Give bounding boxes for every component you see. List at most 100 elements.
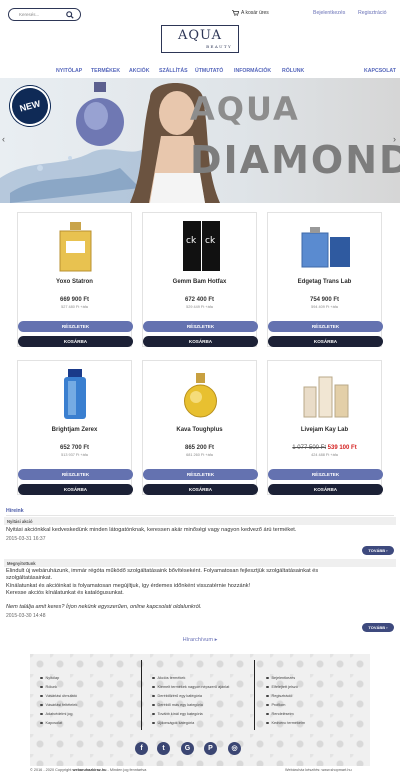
perfume-bottle-image	[76, 82, 124, 146]
footer-link[interactable]: Bejelentkezés	[266, 676, 295, 680]
details-button[interactable]: RÉSZLETEK	[18, 321, 133, 332]
footer-link[interactable]: Kapcsolat	[40, 721, 62, 725]
details-button[interactable]: RÉSZLETEK	[143, 469, 258, 480]
details-button[interactable]: RÉSZLETEK	[268, 321, 383, 332]
footer-panel: Nyitólap Rólunk Vásárlási útmutató Vásár…	[30, 654, 370, 766]
pinterest-icon[interactable]: P	[204, 742, 217, 755]
logo-main: AQUA	[178, 28, 222, 43]
add-to-cart-button[interactable]: KOSÁRBA	[143, 336, 258, 347]
product-name[interactable]: Kava Toughplus	[143, 427, 256, 433]
product-name[interactable]: Livejam Kay Lab	[268, 427, 381, 433]
nav-item-sales[interactable]: AKCIÓK	[129, 68, 149, 74]
footer-link[interactable]: Rendeléseim	[266, 712, 294, 716]
product-net-price: 527 480 Ft +áfa	[61, 305, 88, 309]
footer-link[interactable]: Adatvédelmi jog	[40, 712, 73, 716]
product-net-price: 424 488 Ft +áfa	[311, 453, 338, 457]
product-price: 669 900 Ft	[59, 297, 90, 303]
news-text-line: szolgáltatásainkat.	[6, 575, 53, 581]
footer-divider	[254, 660, 255, 730]
product-name[interactable]: Brightjam Zerex	[18, 427, 131, 433]
footer-link[interactable]: Tovább kínál egy kategória	[152, 712, 203, 716]
footer-link[interactable]: Elfelejtett jelszó	[266, 685, 298, 689]
footer-link[interactable]: Újdonságok kategória	[152, 721, 194, 725]
product-card[interactable]: Brightjam Zerex 652 700 Ft 513 937 Ft +á…	[17, 360, 133, 495]
credit-link[interactable]: Webáruház készítés: www.shopmart.hu	[285, 768, 352, 772]
news-title[interactable]: Megnyitottunk	[4, 559, 396, 567]
new-badge: NEW	[5, 81, 55, 131]
hero-title-line1: AQUA	[190, 90, 300, 128]
product-net-price: 529 449 Ft +áfa	[186, 305, 213, 309]
footer-link[interactable]: Akciós termékek	[152, 676, 185, 680]
register-link[interactable]: Regisztráció	[358, 10, 387, 16]
nav-item-info[interactable]: INFORMÁCIÓK	[234, 68, 271, 74]
add-to-cart-button[interactable]: KOSÁRBA	[18, 484, 133, 495]
hero-banner[interactable]: NEW AQUA DIAMOND ‹ ›	[0, 78, 400, 203]
footer-link[interactable]: Deréktő más egy kategória	[152, 703, 203, 707]
main-nav: NYITÓLAP TERMÉKEK AKCIÓK SZÁLLÍTÁS ÚTMUT…	[0, 68, 400, 77]
nav-item-about[interactable]: RÓLUNK	[282, 68, 304, 74]
add-to-cart-button[interactable]: KOSÁRBA	[268, 336, 383, 347]
product-old-price: 1 077 500 Ft	[292, 445, 326, 451]
news-archive-link[interactable]: Hírarchívum ▸	[0, 637, 400, 643]
product-net-price: 594 409 Ft +áfa	[311, 305, 338, 309]
details-button[interactable]: RÉSZLETEK	[18, 469, 133, 480]
instagram-icon[interactable]: ◎	[228, 742, 241, 755]
copyright-site-link[interactable]: webaruhazkiraz.hu	[73, 768, 107, 772]
product-image: ck ck	[183, 221, 220, 271]
product-name[interactable]: Gemm Bam Hotfax	[143, 279, 256, 285]
login-link[interactable]: Bejelentkezés	[313, 10, 345, 16]
product-card[interactable]: Edgetag Trans Lab 754 900 Ft 594 409 Ft …	[267, 212, 383, 347]
product-price: 652 700 Ft	[59, 445, 90, 451]
product-card[interactable]: Yoxo Statron 669 900 Ft 527 480 Ft +áfa …	[17, 212, 133, 347]
site-logo[interactable]: AQUA BEAUTY	[161, 25, 239, 53]
cart-icon	[232, 10, 239, 16]
details-button[interactable]: RÉSZLETEK	[143, 321, 258, 332]
news-heading: Híreink	[6, 508, 24, 514]
read-more-button[interactable]: TOVÁBB ›	[362, 623, 394, 632]
search-input[interactable]: Keresés...	[19, 12, 39, 17]
cart-link[interactable]: A kosár üres	[232, 10, 269, 16]
facebook-icon[interactable]: f	[135, 742, 148, 755]
nav-item-products[interactable]: TERMÉKEK	[91, 68, 120, 74]
hero-prev-arrow[interactable]: ‹	[2, 134, 5, 144]
add-to-cart-button[interactable]: KOSÁRBA	[18, 336, 133, 347]
product-image	[301, 227, 350, 268]
nav-item-guide[interactable]: ÚTMUTATÓ	[195, 68, 223, 74]
search-icon[interactable]	[66, 11, 74, 21]
footer-link[interactable]: Deréktőzérű egy kategória	[152, 694, 202, 698]
product-image	[303, 376, 349, 418]
product-price-block: 1 077 500 Ft 539 100 Ft	[268, 445, 381, 451]
add-to-cart-button[interactable]: KOSÁRBA	[268, 484, 383, 495]
cart-label: A kosár üres	[241, 10, 269, 16]
product-name[interactable]: Edgetag Trans Lab	[268, 279, 381, 285]
nav-item-contact[interactable]: KAPCSOLAT	[364, 68, 396, 74]
read-more-button[interactable]: TOVÁBB ›	[362, 546, 394, 555]
google-icon[interactable]: G	[181, 742, 194, 755]
footer-link[interactable]: Kiemelt termékek nagyon népszerű ajánlat	[152, 685, 229, 689]
footer-link[interactable]: Rólunk	[40, 685, 57, 689]
product-card[interactable]: Livejam Kay Lab 1 077 500 Ft 539 100 Ft …	[267, 360, 383, 495]
hero-title-line2: DIAMOND	[190, 138, 400, 182]
footer-link[interactable]: Vásárlási feltételek	[40, 703, 77, 707]
twitter-icon[interactable]: t	[157, 742, 170, 755]
footer-link[interactable]: Vásárlási útmutató	[40, 694, 77, 698]
nav-item-shipping[interactable]: SZÁLLÍTÁS	[159, 68, 188, 74]
footer-link[interactable]: Regisztráció	[266, 694, 292, 698]
footer-link[interactable]: Kedvenc termékeim	[266, 721, 305, 725]
product-card[interactable]: ck ck Gemm Bam Hotfax 672 400 Ft 529 449 …	[142, 212, 258, 347]
product-image	[59, 222, 92, 272]
news-text: Nyitási akciónkkal kedveskedünk minden l…	[6, 527, 297, 533]
news-date: 2015-03-30 14:48	[6, 613, 46, 619]
product-name[interactable]: Yoxo Statron	[18, 279, 131, 285]
details-button[interactable]: RÉSZLETEK	[268, 469, 383, 480]
product-price: 865 200 Ft	[184, 445, 215, 451]
product-sale-price: 539 100 Ft	[327, 445, 357, 451]
footer-link[interactable]: Profilom	[266, 703, 285, 707]
search-box[interactable]: Keresés...	[8, 8, 81, 21]
product-card[interactable]: Kava Toughplus 865 200 Ft 681 260 Ft +áf…	[142, 360, 258, 495]
add-to-cart-button[interactable]: KOSÁRBA	[143, 484, 258, 495]
nav-item-home[interactable]: NYITÓLAP	[56, 68, 82, 74]
hero-next-arrow[interactable]: ›	[393, 134, 396, 144]
news-title[interactable]: Nyitási akció	[4, 517, 396, 525]
footer-link[interactable]: Nyitólap	[40, 676, 59, 680]
